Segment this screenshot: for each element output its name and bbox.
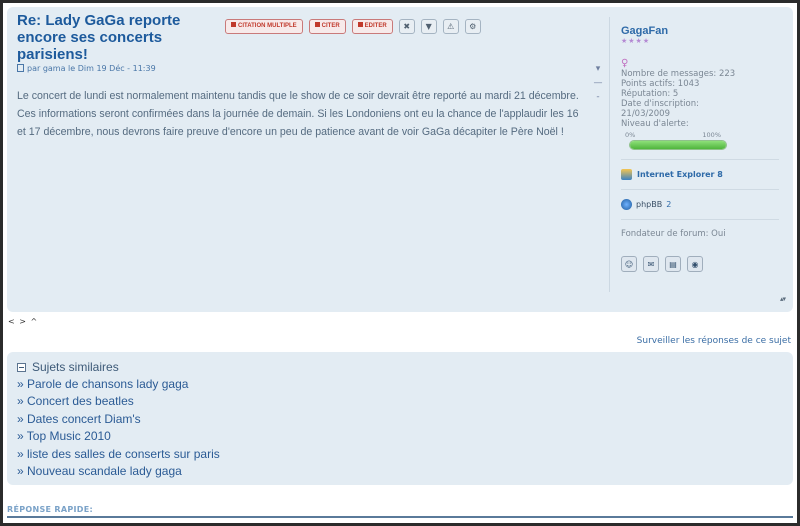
scroll-up-down-icon[interactable]: ▴▾ bbox=[780, 295, 786, 303]
quick-reply-heading: RÉPONSE RAPIDE: bbox=[7, 505, 93, 514]
side-mark-mid: — bbox=[593, 78, 603, 88]
profile-icon[interactable]: ☺ bbox=[621, 256, 637, 272]
profile-stat: Réputation: 5 bbox=[621, 89, 679, 99]
quote-label: CITER bbox=[321, 23, 340, 29]
edit-tag-icon bbox=[357, 22, 363, 27]
delete-button[interactable]: ✖ bbox=[398, 19, 415, 34]
email-icon[interactable]: ▤ bbox=[665, 256, 681, 272]
profile-divider-line bbox=[621, 189, 779, 190]
profile-stat: Nombre de messages: 223 bbox=[621, 69, 736, 79]
similar-topic-link[interactable]: » Concert des beatles bbox=[17, 393, 793, 410]
profile-contact-icons: ☺ ✉ ▤ ◉ bbox=[621, 256, 787, 272]
similar-topic-link[interactable]: » Top Music 2010 bbox=[17, 428, 793, 445]
forum-version: phpBB 2 bbox=[621, 199, 787, 210]
profile-stat: Points actifs: 1043 bbox=[621, 79, 700, 89]
ip-button[interactable]: ▼ bbox=[420, 19, 437, 34]
internet-explorer-icon bbox=[621, 169, 632, 180]
profile-stat: Date d'inscription: bbox=[621, 99, 699, 109]
similar-topic-link[interactable]: » Nouveau scandale lady gaga bbox=[17, 463, 793, 480]
quote-tag-icon bbox=[314, 22, 320, 27]
post-meta-text: par gama le Dim 19 Déc - 11:39 bbox=[27, 64, 156, 73]
rank-stars: ★★★★ bbox=[621, 37, 651, 45]
phpbb-icon bbox=[621, 199, 632, 210]
forum-post: Re: Lady GaGa reporte encore ses concert… bbox=[7, 7, 793, 312]
alert-max-label: 100% bbox=[702, 131, 721, 139]
multi-quote-button[interactable]: CITATION MULTIPLE bbox=[225, 19, 303, 34]
similar-topics-box: Sujets similaires » Parole de chansons l… bbox=[7, 352, 793, 485]
profile-stat: Niveau d'alerte: bbox=[621, 119, 689, 129]
moderate-icon: ⚙ bbox=[469, 22, 477, 31]
profile-divider-line bbox=[621, 219, 779, 220]
delete-icon: ✖ bbox=[403, 22, 411, 31]
report-button[interactable]: ⚠ bbox=[442, 19, 459, 34]
post-side-marks: ▾ — - bbox=[591, 62, 605, 104]
edit-label: EDITER bbox=[364, 23, 387, 29]
user-profile: GagaFan ★★★★ ♀ Nombre de messages: 223 P… bbox=[621, 25, 787, 272]
edit-button[interactable]: EDITER bbox=[351, 19, 393, 34]
topic-nav-arrows[interactable]: < > ^ bbox=[8, 317, 38, 326]
gender-female-icon: ♀ bbox=[621, 58, 629, 69]
username[interactable]: GagaFan bbox=[621, 25, 787, 37]
post-action-buttons: CITATION MULTIPLE CITER EDITER ✖ ▼ ⚠ ⚙ bbox=[225, 19, 481, 34]
phpbb-label: phpBB bbox=[636, 200, 663, 209]
quote-button[interactable]: CITER bbox=[308, 19, 346, 34]
profile-stat: 21/03/2009 bbox=[621, 109, 670, 119]
quick-reply-divider bbox=[7, 516, 793, 518]
website-icon[interactable]: ◉ bbox=[687, 256, 703, 272]
warning-icon: ⚠ bbox=[447, 22, 455, 31]
page-frame: Re: Lady GaGa reporte encore ses concert… bbox=[3, 3, 797, 523]
post-body: Le concert de lundi est normalement main… bbox=[17, 90, 579, 138]
phpbb-version: 2 bbox=[666, 200, 672, 209]
profile-divider-line bbox=[621, 159, 779, 160]
document-icon bbox=[17, 64, 24, 72]
side-mark-top: ▾ bbox=[595, 64, 601, 74]
similar-topics-header[interactable]: Sujets similaires bbox=[17, 359, 793, 376]
ip-icon: ▼ bbox=[425, 22, 432, 31]
browser-label: Internet Explorer 8 bbox=[637, 170, 723, 179]
browser-info: Internet Explorer 8 bbox=[621, 169, 787, 180]
similar-topic-link[interactable]: » liste des salles de conserts sur paris bbox=[17, 446, 793, 463]
alert-scale: 0% 100% bbox=[621, 131, 721, 139]
moderate-button[interactable]: ⚙ bbox=[464, 19, 481, 34]
collapse-icon[interactable] bbox=[17, 363, 26, 372]
watch-topic-link[interactable]: Surveiller les réponses de ce sujet bbox=[637, 336, 791, 346]
side-mark-bottom: - bbox=[596, 92, 600, 102]
similar-topic-link[interactable]: » Parole de chansons lady gaga bbox=[17, 376, 793, 393]
multi-quote-label: CITATION MULTIPLE bbox=[238, 23, 297, 29]
quote-tag-icon bbox=[231, 22, 236, 27]
profile-divider bbox=[609, 17, 610, 292]
post-title[interactable]: Re: Lady GaGa reporte encore ses concert… bbox=[17, 12, 222, 63]
pm-icon[interactable]: ✉ bbox=[643, 256, 659, 272]
founder-info: Fondateur de forum: Oui bbox=[621, 229, 726, 239]
alert-level-fill bbox=[630, 141, 726, 149]
alert-min-label: 0% bbox=[625, 131, 636, 139]
alert-level-bar bbox=[629, 140, 727, 150]
similar-topic-link[interactable]: » Dates concert Diam's bbox=[17, 411, 793, 428]
post-meta: par gama le Dim 19 Déc - 11:39 bbox=[17, 64, 156, 73]
similar-topics-title: Sujets similaires bbox=[32, 360, 119, 374]
